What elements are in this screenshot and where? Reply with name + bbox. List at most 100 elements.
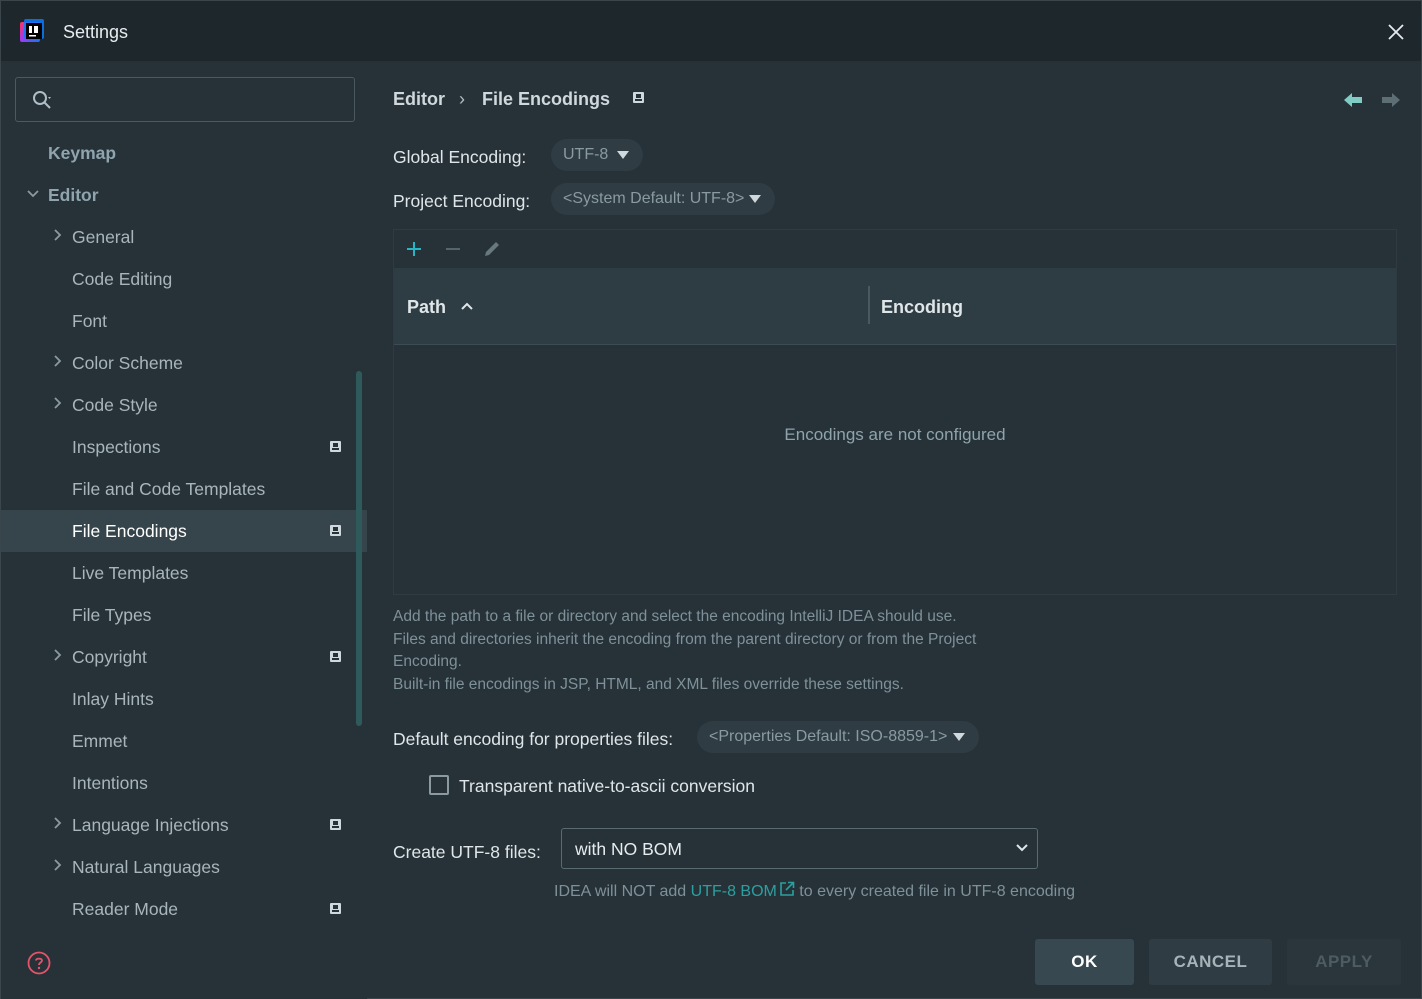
table-header: Path Encoding [394, 268, 1396, 345]
sidebar-item-natural-languages[interactable]: Natural Languages [1, 846, 367, 888]
intellij-logo-icon [20, 19, 44, 42]
global-encoding-value: UTF-8 [563, 146, 609, 163]
forward-arrow-icon[interactable] [1381, 91, 1401, 109]
global-encoding-combo[interactable]: UTF-8 [551, 139, 643, 171]
search-icon [33, 91, 51, 109]
sidebar-item-code-style[interactable]: Code Style [1, 384, 367, 426]
help-line: Files and directories inherit the encodi… [393, 630, 977, 648]
chevron-down-icon [1016, 844, 1028, 852]
chevron-right-icon[interactable] [50, 216, 64, 258]
search-input[interactable] [64, 86, 344, 114]
close-icon[interactable] [1383, 19, 1409, 45]
sidebar-item-inspections[interactable]: Inspections [1, 426, 367, 468]
breadcrumb-current: File Encodings [482, 89, 611, 109]
project-level-icon [633, 92, 644, 103]
settings-dialog: Settings Keymap Editor General Code Editing… [0, 0, 1422, 999]
project-encoding-value: <System Default: UTF-8> [563, 190, 745, 207]
sidebar-item-general[interactable]: General [1, 216, 367, 258]
table-toolbar [394, 230, 1396, 268]
properties-encoding-value: <Properties Default: ISO-8859-1> [709, 728, 948, 745]
sidebar-item-live-templates[interactable]: Live Templates [1, 552, 367, 594]
sidebar-item-label: File Encodings [72, 521, 187, 541]
sidebar-item-file-types[interactable]: File Types [1, 594, 367, 636]
sidebar-item-label: Emmet [72, 731, 128, 751]
sidebar-item-label: Reader Mode [72, 899, 179, 919]
sidebar-item-intentions[interactable]: Intentions [1, 762, 367, 804]
sidebar-item-label: File Types [72, 605, 152, 625]
sidebar-item-language-injections[interactable]: Language Injections [1, 804, 367, 846]
chevron-right-icon[interactable] [50, 342, 64, 384]
window-title: Settings [63, 22, 129, 42]
settings-sidebar: Keymap Editor General Code Editing Font Color… [1, 61, 367, 999]
sidebar-item-label: Keymap [48, 143, 117, 163]
project-level-icon [330, 819, 341, 830]
create-utf8-value: with NO BOM [575, 839, 682, 859]
sidebar-item-font[interactable]: Font [1, 300, 367, 342]
dropdown-arrow-icon [749, 195, 761, 203]
help-line: Add the path to a file or directory and … [393, 608, 957, 625]
table-empty-text: Encodings are not configured [784, 425, 1006, 444]
help-text: Add the path to a file or directory and … [393, 606, 976, 697]
column-header-encoding[interactable]: Encoding [881, 297, 963, 318]
ok-button[interactable]: OK [1035, 939, 1134, 985]
search-field[interactable] [15, 77, 355, 122]
cancel-button[interactable]: CANCEL [1149, 939, 1272, 985]
native-to-ascii-label[interactable]: Transparent native-to-ascii conversion [459, 776, 755, 797]
sidebar-item-emmet[interactable]: Emmet [1, 720, 367, 762]
chevron-right-icon[interactable] [50, 846, 64, 888]
apply-button[interactable]: APPLY [1287, 939, 1401, 985]
utf8-bom-link[interactable]: UTF-8 BOM [691, 883, 777, 900]
back-arrow-icon[interactable] [1343, 91, 1363, 109]
sidebar-item-file-and-code-templates[interactable]: File and Code Templates [1, 468, 367, 510]
sidebar-item-label: Intentions [72, 773, 148, 793]
edit-pencil-icon[interactable] [481, 238, 503, 260]
bom-note-text: IDEA will NOT add [554, 883, 691, 900]
sidebar-item-label: Font [72, 311, 108, 331]
sidebar-item-color-scheme[interactable]: Color Scheme [1, 342, 367, 384]
create-utf8-select[interactable]: with NO BOM [561, 828, 1038, 869]
column-header-path[interactable]: Path [407, 297, 446, 318]
chevron-right-icon[interactable] [50, 636, 64, 678]
properties-encoding-combo[interactable]: <Properties Default: ISO-8859-1> [697, 721, 979, 753]
remove-icon[interactable] [442, 238, 464, 260]
sidebar-item-copyright[interactable]: Copyright [1, 636, 367, 678]
dropdown-arrow-icon [953, 733, 965, 741]
sidebar-item-keymap[interactable]: Keymap [1, 132, 367, 174]
breadcrumb-parent[interactable]: Editor [393, 89, 445, 110]
bom-note: IDEA will NOT add UTF-8 BOM to every cre… [554, 881, 1075, 901]
chevron-down-icon[interactable] [26, 174, 40, 216]
project-encoding-label: Project Encoding: [393, 191, 531, 211]
sidebar-scrollbar[interactable] [356, 371, 362, 726]
project-level-icon [330, 903, 341, 914]
sidebar-item-label: Code Editing [72, 269, 173, 289]
project-level-icon [330, 441, 341, 452]
sidebar-item-editor[interactable]: Editor [1, 174, 367, 216]
column-divider[interactable] [868, 286, 870, 324]
project-level-icon [330, 651, 341, 662]
sidebar-item-reader-mode[interactable]: Reader Mode [1, 888, 367, 930]
chevron-right-icon[interactable] [50, 384, 64, 426]
sidebar-item-label: Copyright [72, 647, 147, 667]
sidebar-item-label: Inlay Hints [72, 689, 154, 709]
bom-note-text: to every created file in UTF-8 encoding [794, 883, 1075, 900]
project-level-icon [330, 525, 341, 536]
sidebar-item-file-encodings[interactable]: File Encodings [1, 510, 367, 552]
global-encoding-label: Global Encoding: [393, 147, 527, 167]
sidebar-item-label: General [72, 227, 135, 247]
sidebar-item-label: Live Templates [72, 563, 189, 583]
dropdown-arrow-icon [617, 151, 629, 159]
sidebar-item-label: Code Style [72, 395, 158, 415]
chevron-right-icon[interactable] [50, 804, 64, 846]
sidebar-item-code-editing[interactable]: Code Editing [1, 258, 367, 300]
add-icon[interactable] [403, 238, 425, 260]
sidebar-item-label: Editor [48, 185, 99, 205]
external-link-icon[interactable] [779, 881, 795, 897]
project-encoding-combo[interactable]: <System Default: UTF-8> [551, 183, 775, 215]
settings-content: Editor › File Encodings Global Encoding:… [367, 61, 1421, 999]
sort-ascending-icon[interactable] [460, 300, 474, 312]
help-icon[interactable] [27, 951, 51, 975]
sidebar-item-inlay-hints[interactable]: Inlay Hints [1, 678, 367, 720]
breadcrumb-separator: › [459, 89, 465, 109]
sidebar-item-label: Color Scheme [72, 353, 183, 373]
native-to-ascii-checkbox[interactable] [429, 775, 449, 795]
